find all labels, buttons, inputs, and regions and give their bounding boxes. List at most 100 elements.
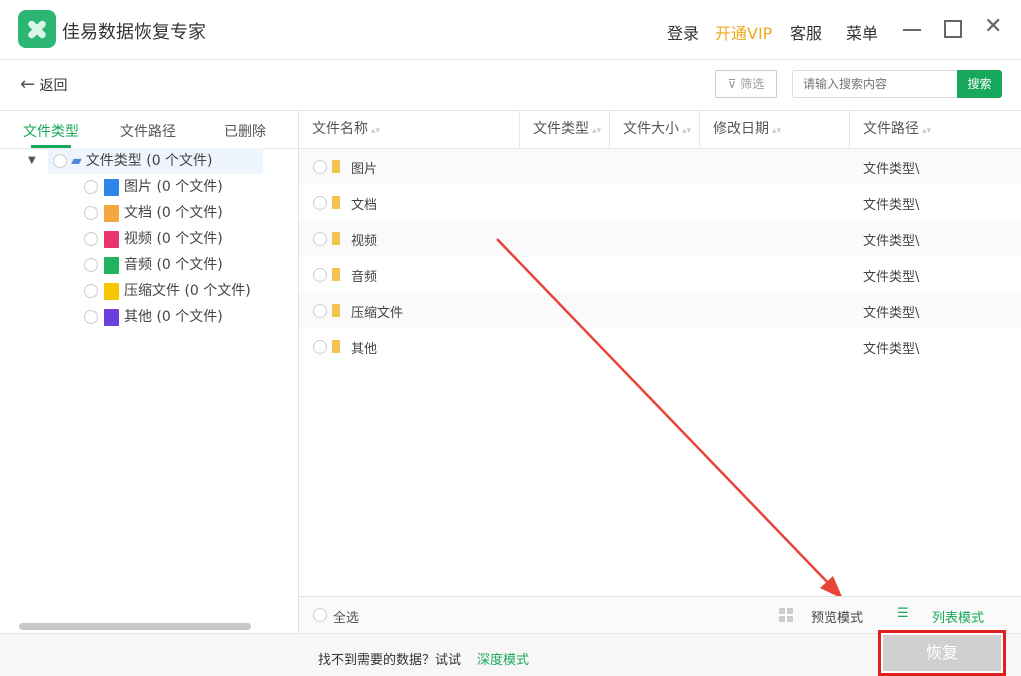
row-radio[interactable] xyxy=(313,340,327,354)
recover-button-highlight: 恢复 xyxy=(878,630,1006,676)
list-footer: 全选 预览模式 ☰ 列表模式 xyxy=(299,596,1021,633)
document-icon xyxy=(104,204,119,222)
select-all-label[interactable]: 全选 xyxy=(333,607,359,626)
item-radio[interactable] xyxy=(84,258,98,272)
column-size[interactable]: 文件大小 ▴▾ xyxy=(610,111,700,149)
row-path: 文件类型\ xyxy=(863,198,920,213)
recover-button[interactable]: 恢复 xyxy=(883,635,1001,671)
row-radio[interactable] xyxy=(313,160,327,174)
table-row[interactable]: 图片 文件类型\ xyxy=(299,149,1021,185)
folder-icon xyxy=(332,268,340,281)
tab-file-type[interactable]: 文件类型 xyxy=(23,121,79,141)
column-type[interactable]: 文件类型 ▴▾ xyxy=(520,111,610,149)
grid-view-icon[interactable] xyxy=(779,608,793,622)
close-button[interactable]: ✕ xyxy=(984,14,1002,39)
column-name[interactable]: 文件名称 ▴▾ xyxy=(299,111,520,149)
column-modified[interactable]: 修改日期 ▴▾ xyxy=(700,111,850,149)
maximize-button[interactable] xyxy=(944,20,962,38)
tree-item[interactable]: 其他 (0 个文件) xyxy=(84,304,251,330)
folder-icon xyxy=(332,232,340,245)
minimize-button[interactable] xyxy=(903,29,921,31)
video-icon xyxy=(104,230,119,248)
row-radio[interactable] xyxy=(313,232,327,246)
row-name: 压缩文件 xyxy=(351,306,404,321)
item-radio[interactable] xyxy=(84,206,98,220)
file-table: 文件名称 ▴▾ 文件类型 ▴▾ 文件大小 ▴▾ 修改日期 ▴▾ 文件路径 ▴▾ 图片 文件类… xyxy=(299,110,1021,596)
back-button[interactable]: ← 返回 xyxy=(20,74,68,95)
hint-text: 找不到需要的数据？试试 xyxy=(318,653,462,668)
folder-icon xyxy=(332,160,340,173)
deep-mode-link[interactable]: 深度模式 xyxy=(477,649,529,668)
folder-icon xyxy=(332,196,340,209)
tree-children: 图片 (0 个文件) 文档 (0 个文件) 视频 (0 个文件) 音频 (0 个… xyxy=(84,174,251,330)
table-header: 文件名称 ▴▾ 文件类型 ▴▾ 文件大小 ▴▾ 修改日期 ▴▾ 文件路径 ▴▾ xyxy=(299,111,1021,149)
folder-icon xyxy=(332,304,340,317)
vip-link[interactable]: 开通VIP xyxy=(715,20,772,44)
filter-icon: ⊽ xyxy=(727,77,737,91)
sidebar: 文件类型 文件路径 已删除 ▼ ▰ 文件类型 (0 个文件) 图片 (0 个文件… xyxy=(0,110,299,633)
row-name: 音频 xyxy=(351,270,378,285)
login-link[interactable]: 登录 xyxy=(667,20,699,44)
tree-item-label: 其他 (0 个文件) xyxy=(124,309,223,325)
tree-item[interactable]: 视频 (0 个文件) xyxy=(84,226,251,252)
tree-root[interactable]: ▼ ▰ 文件类型 (0 个文件) xyxy=(28,148,263,174)
row-radio[interactable] xyxy=(313,304,327,318)
table-row[interactable]: 视频 文件类型\ xyxy=(299,221,1021,257)
row-name: 文档 xyxy=(351,198,378,213)
tree-item[interactable]: 图片 (0 个文件) xyxy=(84,174,251,200)
search-input[interactable] xyxy=(792,70,958,98)
archive-icon xyxy=(104,282,119,300)
row-radio[interactable] xyxy=(313,268,327,282)
item-radio[interactable] xyxy=(84,180,98,194)
row-path: 文件类型\ xyxy=(863,306,920,321)
filter-button[interactable]: ⊽ 筛选 xyxy=(715,70,777,98)
menu-link[interactable]: 菜单 xyxy=(846,20,878,44)
table-row[interactable]: 压缩文件 文件类型\ xyxy=(299,293,1021,329)
audio-icon xyxy=(104,256,119,274)
row-radio[interactable] xyxy=(313,196,327,210)
preview-mode-button[interactable]: 预览模式 xyxy=(811,607,863,626)
app-logo xyxy=(18,10,56,48)
table-body: 图片 文件类型\ 文档 文件类型\ 视频 文件类型\ 音频 文件类型\ 压缩文件 文件类型… xyxy=(299,149,1021,365)
drive-icon: ▰ xyxy=(71,153,82,169)
item-radio[interactable] xyxy=(84,284,98,298)
tree-root-label: 文件类型 (0 个文件) xyxy=(85,153,213,169)
back-label: 返回 xyxy=(39,78,68,94)
column-path[interactable]: 文件路径 ▴▾ xyxy=(850,111,1021,149)
table-row[interactable]: 文档 文件类型\ xyxy=(299,185,1021,221)
folder-icon xyxy=(332,340,340,353)
tree-item-label: 图片 (0 个文件) xyxy=(124,179,223,195)
tree-item[interactable]: 压缩文件 (0 个文件) xyxy=(84,278,251,304)
app-title: 佳易数据恢复专家 xyxy=(62,22,206,43)
tab-deleted[interactable]: 已删除 xyxy=(224,121,266,141)
item-radio[interactable] xyxy=(84,232,98,246)
row-path: 文件类型\ xyxy=(863,270,920,285)
list-mode-button[interactable]: 列表模式 xyxy=(932,607,984,626)
tree-item[interactable]: 文档 (0 个文件) xyxy=(84,200,251,226)
collapse-icon[interactable]: ▼ xyxy=(28,148,48,174)
service-link[interactable]: 客服 xyxy=(790,20,822,44)
select-all-radio[interactable] xyxy=(313,608,327,622)
filter-label: 筛选 xyxy=(740,77,765,91)
table-row[interactable]: 音频 文件类型\ xyxy=(299,257,1021,293)
item-radio[interactable] xyxy=(84,310,98,324)
row-path: 文件类型\ xyxy=(863,234,920,249)
tree-item-label: 视频 (0 个文件) xyxy=(124,231,223,247)
tree-item[interactable]: 音频 (0 个文件) xyxy=(84,252,251,278)
row-path: 文件类型\ xyxy=(863,342,920,357)
row-path: 文件类型\ xyxy=(863,162,920,177)
other-file-icon xyxy=(104,308,119,326)
search-button[interactable]: 搜索 xyxy=(957,70,1002,98)
arrow-left-icon: ← xyxy=(20,74,36,95)
root-radio[interactable] xyxy=(53,154,67,168)
tab-file-path[interactable]: 文件路径 xyxy=(120,121,176,141)
tree-item-label: 文档 (0 个文件) xyxy=(124,205,223,221)
title-bar: 佳易数据恢复专家 登录 开通VIP 客服 菜单 ✕ xyxy=(0,0,1021,60)
horizontal-scrollbar[interactable] xyxy=(19,623,251,630)
row-name: 视频 xyxy=(351,234,378,249)
tree-item-label: 音频 (0 个文件) xyxy=(124,257,223,273)
row-name: 其他 xyxy=(351,342,378,357)
list-view-icon[interactable]: ☰ xyxy=(897,606,909,621)
image-icon xyxy=(104,178,119,196)
table-row[interactable]: 其他 文件类型\ xyxy=(299,329,1021,365)
